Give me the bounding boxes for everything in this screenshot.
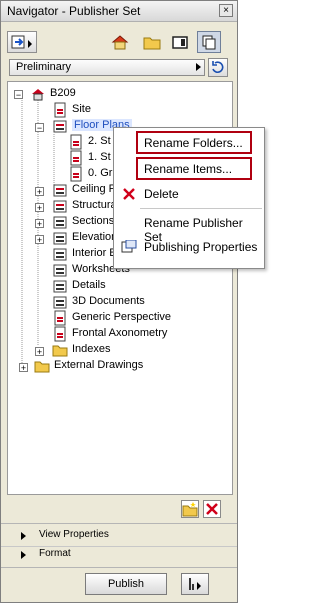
expand-toggle[interactable]: + bbox=[35, 347, 44, 357]
folder-document-icon bbox=[53, 248, 67, 261]
publish-target-button[interactable] bbox=[7, 31, 37, 53]
layout-icon bbox=[172, 36, 188, 49]
toolbar bbox=[1, 25, 237, 57]
expand-toggle[interactable]: + bbox=[35, 235, 44, 245]
publish-target-icon bbox=[11, 35, 32, 49]
menu-item-publishing-properties[interactable]: Publishing Properties bbox=[114, 236, 264, 258]
pdf-document-icon bbox=[70, 150, 82, 166]
folder-icon bbox=[52, 345, 68, 357]
folder-document-icon bbox=[53, 232, 67, 245]
divider bbox=[1, 523, 237, 524]
format-label: Format bbox=[39, 548, 71, 559]
publisher-sets-button[interactable] bbox=[197, 31, 221, 53]
menu-separator bbox=[140, 208, 262, 209]
properties-icon bbox=[121, 240, 137, 253]
highlight-box bbox=[136, 157, 252, 180]
tree-root-label: B209 bbox=[50, 87, 76, 99]
pdf-document-icon bbox=[54, 310, 66, 326]
pdf-document-icon bbox=[70, 166, 82, 182]
title-bar[interactable]: Navigator - Publisher Set × bbox=[1, 1, 237, 22]
format-panel-toggle[interactable]: Format bbox=[1, 545, 237, 565]
expand-toggle[interactable]: + bbox=[35, 187, 44, 197]
folder-document-icon bbox=[53, 280, 67, 293]
highlight-box bbox=[136, 131, 252, 154]
view-properties-panel-toggle[interactable]: View Properties bbox=[1, 526, 237, 546]
expand-triangle-icon bbox=[21, 532, 26, 540]
folder-document-icon bbox=[53, 184, 67, 197]
expand-toggle[interactable]: + bbox=[19, 363, 28, 373]
folder-document-icon bbox=[53, 200, 67, 213]
selected-view-icon bbox=[202, 35, 216, 50]
navigator-window: Navigator - Publisher Set × Preliminary … bbox=[0, 0, 238, 603]
view-map-button[interactable] bbox=[143, 34, 161, 50]
layout-book-button[interactable] bbox=[171, 34, 189, 50]
menu-item-delete[interactable]: Delete bbox=[114, 183, 264, 205]
house-icon bbox=[111, 35, 129, 50]
folder-document-icon bbox=[53, 296, 67, 309]
folder-document-icon bbox=[53, 120, 67, 133]
folder-icon bbox=[143, 37, 161, 50]
expand-triangle-icon bbox=[21, 551, 26, 559]
folder-document-icon bbox=[53, 264, 67, 277]
set-options-button[interactable] bbox=[208, 58, 228, 77]
close-icon: × bbox=[223, 5, 229, 16]
folder-icon bbox=[34, 361, 50, 373]
new-folder-icon bbox=[182, 502, 198, 517]
folder-document-icon bbox=[53, 216, 67, 229]
publisher-set-icon bbox=[32, 89, 44, 101]
delete-x-icon bbox=[206, 503, 218, 515]
pdf-document-icon bbox=[54, 326, 66, 342]
close-button[interactable]: × bbox=[219, 4, 233, 17]
chevron-right-icon bbox=[196, 63, 201, 71]
pdf-document-icon bbox=[70, 134, 82, 150]
delete-x-icon bbox=[123, 188, 135, 200]
pdf-document-icon bbox=[54, 102, 66, 118]
expand-toggle[interactable]: + bbox=[35, 219, 44, 229]
publisher-set-value: Preliminary bbox=[16, 61, 72, 73]
new-folder-button[interactable] bbox=[181, 500, 199, 518]
context-menu: Rename Folders... Rename Items... Delete… bbox=[113, 127, 265, 269]
options-icon bbox=[189, 578, 201, 590]
collapse-toggle[interactable]: − bbox=[14, 90, 23, 100]
expand-toggle[interactable]: + bbox=[35, 203, 44, 213]
window-title: Navigator - Publisher Set bbox=[7, 4, 141, 18]
delete-button[interactable] bbox=[203, 500, 221, 518]
tree-actions-bar bbox=[7, 498, 233, 522]
publish-button[interactable]: Publish bbox=[85, 573, 167, 595]
menu-item-rename-publisher-set[interactable]: Rename Publisher Set bbox=[114, 212, 264, 244]
publish-options-button[interactable] bbox=[181, 573, 209, 595]
collapse-toggle[interactable]: − bbox=[35, 123, 44, 133]
divider bbox=[1, 567, 237, 568]
project-map-button[interactable] bbox=[111, 34, 129, 50]
view-properties-label: View Properties bbox=[39, 529, 109, 540]
refresh-icon bbox=[212, 61, 224, 73]
publisher-set-dropdown[interactable]: Preliminary bbox=[9, 59, 205, 76]
